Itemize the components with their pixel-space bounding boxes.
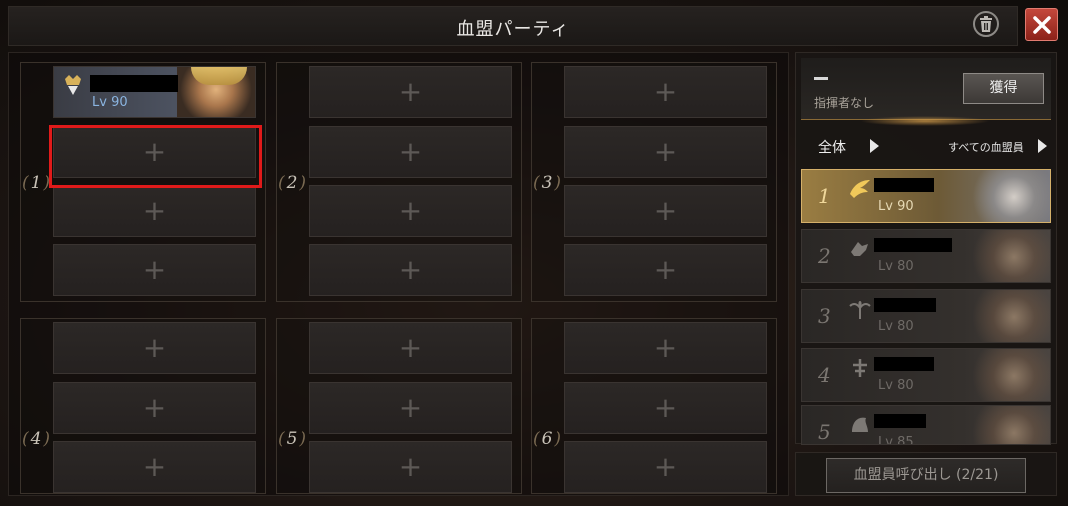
member-level: Lv 80 [878, 319, 914, 334]
add-icon: + [653, 135, 678, 168]
add-icon: + [653, 194, 678, 227]
member-row[interactable]: 5 Lv 85 [801, 405, 1051, 445]
close-icon [1032, 15, 1051, 34]
trash-icon [980, 16, 992, 32]
add-icon: + [398, 253, 423, 286]
member-level: Lv 90 [92, 95, 128, 110]
title-bar: 血盟パーティ [8, 6, 1018, 46]
clan-party-window: 血盟パーティ 1 Lv 90 + + + 2 + + + + [0, 0, 1068, 506]
wolf-class-icon [851, 242, 868, 256]
party-slot-empty[interactable]: + [564, 66, 767, 118]
add-icon: + [142, 331, 167, 364]
member-row[interactable]: 2 Lv 80 [801, 229, 1051, 283]
party-slot-empty[interactable]: + [309, 382, 512, 434]
add-icon: + [398, 194, 423, 227]
commander-glow [860, 116, 990, 126]
party-slot-empty[interactable]: + [309, 244, 512, 296]
party-slot-empty[interactable]: + [53, 244, 256, 296]
close-button[interactable] [1025, 8, 1058, 41]
member-row[interactable]: 1 Lv 90 [801, 169, 1051, 223]
group-number-4: 4 [22, 427, 50, 451]
party-slot-empty[interactable]: + [564, 322, 767, 374]
member-portrait [970, 230, 1050, 282]
filter-all-members[interactable]: すべての血盟員 [948, 139, 1024, 155]
add-icon: + [398, 135, 423, 168]
window-title: 血盟パーティ [456, 19, 570, 40]
play-arrow-icon[interactable] [870, 139, 879, 153]
add-icon: + [653, 331, 678, 364]
member-level: Lv 80 [878, 259, 914, 274]
add-icon: + [398, 391, 423, 424]
party-slot-empty[interactable]: + [564, 441, 767, 493]
member-portrait [970, 290, 1050, 342]
party-slot-empty[interactable]: + [53, 441, 256, 493]
party-slot-empty[interactable]: + [309, 441, 512, 493]
member-portrait [970, 406, 1050, 444]
party-slot-empty[interactable]: + [309, 126, 512, 178]
group-number-6: 6 [533, 427, 561, 451]
group-number-1: 1 [22, 171, 50, 195]
commander-value [814, 77, 828, 80]
member-name-redacted [874, 238, 952, 252]
party-slot-empty[interactable]: + [309, 185, 512, 237]
party-slot-empty[interactable]: + [309, 322, 512, 374]
selection-highlight [49, 125, 262, 188]
add-icon: + [653, 391, 678, 424]
add-icon: + [142, 450, 167, 483]
commander-label: 指揮者なし [814, 96, 875, 110]
palm-class-icon [849, 301, 871, 319]
add-icon: + [142, 391, 167, 424]
member-portrait [970, 349, 1050, 401]
party-slot-empty[interactable]: + [564, 185, 767, 237]
member-row[interactable]: 4 Lv 80 [801, 348, 1051, 402]
group-number-5: 5 [278, 427, 306, 451]
member-level: Lv 80 [878, 378, 914, 393]
crown-class-icon [65, 75, 81, 95]
call-members-button[interactable]: 血盟員呼び出し (2/21) [826, 458, 1026, 493]
play-arrow-icon[interactable] [1038, 139, 1047, 153]
wing-class-icon [850, 180, 870, 198]
party-slot-empty[interactable]: + [53, 322, 256, 374]
trash-button[interactable] [973, 11, 999, 37]
member-rank: 4 [818, 363, 831, 387]
member-rank: 2 [818, 244, 831, 268]
add-icon: + [398, 331, 423, 364]
add-icon: + [653, 450, 678, 483]
party-slot-empty[interactable]: + [564, 126, 767, 178]
add-icon: + [142, 194, 167, 227]
member-name-redacted [874, 178, 934, 192]
member-name-redacted [90, 75, 178, 92]
member-name-redacted [874, 414, 926, 428]
hood-class-icon [852, 417, 868, 432]
party-slot-empty[interactable]: + [309, 66, 512, 118]
party-slot-empty[interactable]: + [564, 382, 767, 434]
add-icon: + [398, 450, 423, 483]
member-level: Lv 85 [878, 435, 914, 445]
group-number-3: 3 [533, 171, 561, 195]
add-icon: + [142, 253, 167, 286]
cross-class-icon [853, 359, 867, 377]
party-slot-empty[interactable]: + [564, 244, 767, 296]
member-rank: 1 [818, 184, 831, 208]
party-slot-empty[interactable]: + [53, 382, 256, 434]
add-icon: + [653, 253, 678, 286]
party-slot-filled[interactable]: Lv 90 [53, 66, 256, 118]
member-rank: 3 [818, 304, 831, 328]
filter-all[interactable]: 全体 [818, 137, 846, 157]
member-rank: 5 [818, 420, 831, 444]
get-commander-button[interactable]: 獲得 [963, 73, 1044, 104]
group-number-2: 2 [278, 171, 306, 195]
member-name-redacted [874, 357, 934, 371]
member-row[interactable]: 3 Lv 80 [801, 289, 1051, 343]
add-icon: + [653, 75, 678, 108]
member-portrait [970, 170, 1050, 222]
add-icon: + [398, 75, 423, 108]
party-slot-empty[interactable]: + [53, 185, 256, 237]
member-level: Lv 90 [878, 199, 914, 214]
member-name-redacted [874, 298, 936, 312]
